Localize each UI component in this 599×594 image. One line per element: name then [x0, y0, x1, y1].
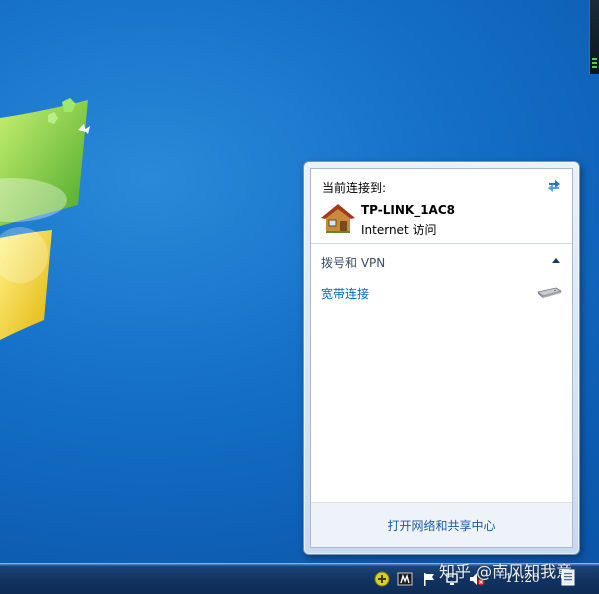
notification-icon[interactable] [560, 566, 576, 588]
network-status: Internet 访问 [361, 223, 437, 237]
flyout-panel: 当前连接到: TP-LINK_1AC8 Internet 访问 拨号和 VPN [310, 168, 573, 548]
modem-icon [537, 287, 562, 298]
current-connection-section: 当前连接到: TP-LINK_1AC8 Internet 访问 [311, 169, 572, 243]
network-name: TP-LINK_1AC8 [361, 203, 455, 217]
dialup-vpn-header[interactable]: 拨号和 VPN [311, 244, 572, 274]
home-network-icon [321, 204, 355, 233]
chevron-up-icon[interactable] [552, 258, 560, 263]
broadband-connection-item[interactable]: 宽带连接 [311, 282, 572, 306]
desktop-gadget [589, 0, 599, 74]
network-flyout: 当前连接到: TP-LINK_1AC8 Internet 访问 拨号和 VPN [303, 161, 580, 555]
broadband-connection-label[interactable]: 宽带连接 [321, 285, 369, 302]
windows-logo-wallpaper [0, 98, 90, 340]
current-connection-label: 当前连接到: [322, 181, 387, 195]
dialup-vpn-title: 拨号和 VPN [321, 256, 386, 270]
refresh-arrows-icon[interactable] [546, 177, 562, 193]
action-center-flag-icon[interactable] [421, 571, 437, 587]
add-plus-icon[interactable] [374, 571, 390, 587]
zhihu-watermark: 知乎 @南风知我意 [439, 562, 573, 581]
flyout-footer: 打开网络和共享中心 [311, 502, 572, 547]
open-network-sharing-center-link[interactable]: 打开网络和共享中心 [311, 517, 572, 534]
app-tray-icon[interactable] [397, 571, 413, 587]
